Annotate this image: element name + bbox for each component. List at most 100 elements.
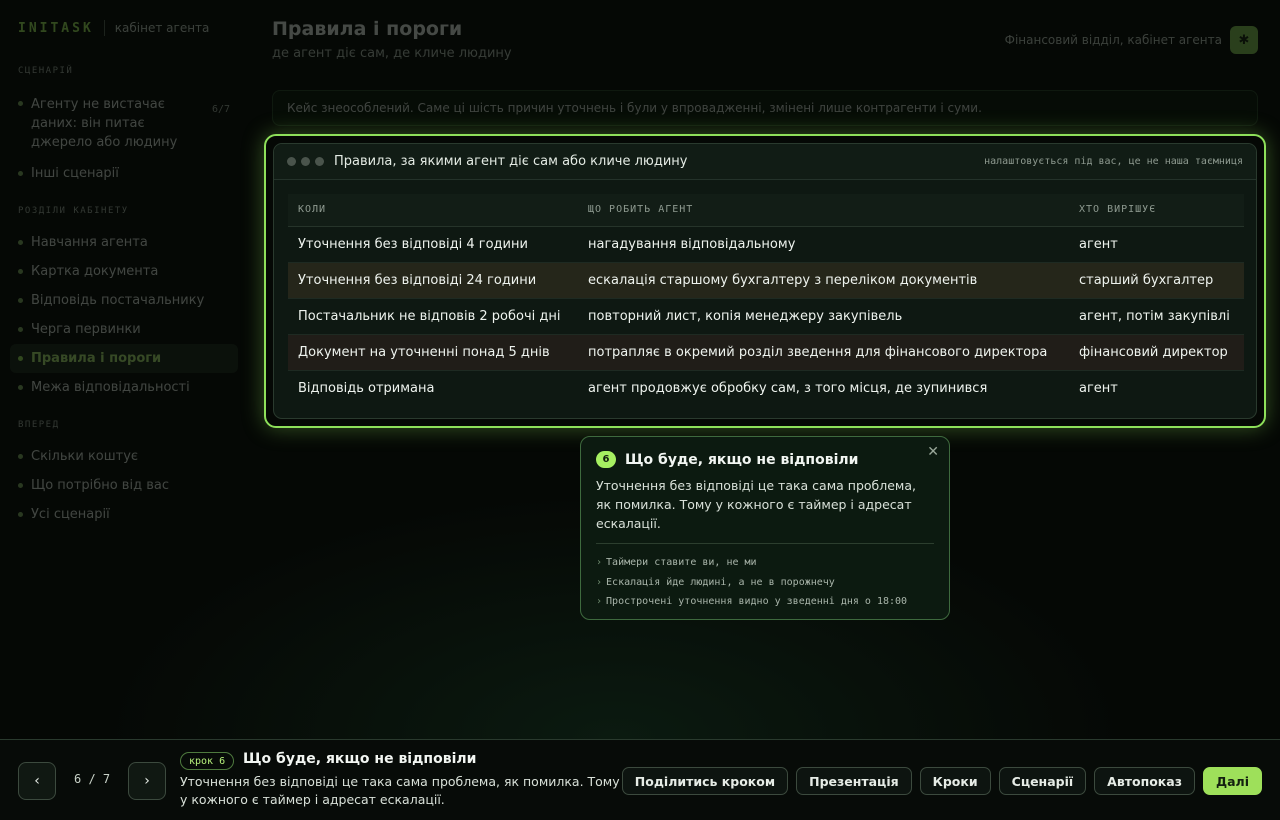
cell-who: агент: [1069, 226, 1244, 263]
list-item: › Прострочені уточнення видно у зведенні …: [596, 592, 934, 612]
cell-when: Уточнення без відповіді 4 години: [288, 226, 578, 263]
cell-who: старший бухгалтер: [1069, 262, 1244, 299]
column-header-when: КОЛИ: [288, 194, 578, 227]
sections-group: Розділи кабінету Навчання агента Картка …: [10, 206, 238, 402]
section-heading-sections: Розділи кабінету: [18, 206, 129, 216]
sidebar-item-label: Межа відповідальності: [31, 380, 190, 395]
rules-table: КОЛИ ЩО РОБИТЬ АГЕНТ ХТО ВИРІШУЄ Уточнен…: [288, 194, 1244, 406]
cell-action: потрапляє в окремий розділ зведення для …: [578, 334, 1069, 371]
table-row: Постачальник не відповів 2 робочі дні по…: [288, 298, 1244, 335]
sidebar-item-training[interactable]: Навчання агента: [18, 228, 238, 257]
chevron-right-icon: ›: [596, 576, 603, 588]
sidebar-item-responsibility[interactable]: Межа відповідальності: [18, 373, 238, 402]
chevron-left-icon: ‹: [34, 773, 40, 789]
sidebar-item-label: Навчання агента: [31, 235, 148, 250]
bullet-icon: [18, 171, 23, 176]
point-text: Ескалація йде людині, а не в порожнечу: [606, 576, 835, 588]
cell-when: Відповідь отримана: [298, 380, 435, 396]
sidebar-item-supplier-reply[interactable]: Відповідь постачальнику: [18, 286, 238, 315]
point-text: Таймери ставите ви, не ми: [606, 557, 757, 568]
sidebar-item-label: Правила і пороги: [31, 351, 162, 366]
column-header-action: ЩО РОБИТЬ АГЕНТ: [578, 194, 1069, 227]
section-heading-next: Вперед: [18, 420, 60, 430]
context-label: Фінансовий відділ, кабінет агента: [1004, 33, 1222, 47]
sidebar-item-current-scenario[interactable]: Агенту не вистачає даних: він питає джер…: [18, 88, 238, 159]
steps-button[interactable]: Кроки: [919, 767, 991, 795]
cell-who: агент: [1079, 380, 1118, 396]
cell-action: ескалація старшому бухгалтеру з переліко…: [578, 262, 1069, 299]
bottom-bar: ‹ 6 / 7 › крок 6 Що буде, якщо не відпов…: [0, 739, 1280, 820]
tooltip-title: Що буде, якщо не відповіли: [625, 451, 859, 468]
table-row: Уточнення без відповіді 4 години нагадув…: [288, 226, 1244, 263]
sidebar-item-label: Агенту не вистачає даних: він питає джер…: [31, 97, 178, 150]
sidebar-item-other-scenarios[interactable]: Інші сценарії: [18, 159, 238, 188]
bullet-icon: [18, 240, 23, 245]
cell-action: повторний лист, копія менеджеру закупіве…: [578, 298, 1069, 335]
next-step-button[interactable]: ›: [128, 762, 166, 800]
rules-card-title: Правила, за якими агент діє сам або клич…: [334, 154, 688, 169]
cell-action: агент продовжує обробку сам, з того місц…: [588, 380, 988, 396]
step-tooltip: ✕ 6 Що буде, якщо не відповіли Уточнення…: [580, 436, 950, 620]
table-row: Відповідь отримана агент продовжує оброб…: [288, 370, 1244, 406]
bullet-icon: [18, 385, 23, 390]
sidebar: INITASK кабінет агента Сценарій Агенту н…: [0, 0, 248, 738]
bullet-icon: [18, 454, 23, 459]
bullet-icon: [18, 483, 23, 488]
chevron-right-icon: ›: [596, 596, 603, 607]
next-button[interactable]: Далі: [1202, 767, 1262, 795]
brand-subtitle: кабінет агента: [114, 21, 210, 35]
cell-who: агент, потім закупівлі: [1069, 298, 1244, 335]
column-header-who: ХТО ВИРІШУЄ: [1069, 194, 1244, 227]
tooltip-header: 6 Що буде, якщо не відповіли: [596, 451, 934, 468]
sidebar-item-label: Відповідь постачальнику: [31, 293, 205, 308]
header-context: Фінансовий відділ, кабінет агента ✱: [1005, 26, 1258, 54]
bullet-icon: [18, 356, 23, 361]
brand: INITASK кабінет агента: [18, 20, 238, 36]
sidebar-item-label: Картка документа: [31, 264, 159, 279]
sidebar-item-label: Усі сценарії: [31, 507, 110, 522]
prev-step-button[interactable]: ‹: [18, 762, 56, 800]
step-title: Що буде, якщо не відповіли: [243, 751, 477, 767]
asterisk-icon[interactable]: ✱: [1230, 26, 1258, 54]
scenario-group: Сценарій Агенту не вистачає даних: він п…: [18, 66, 238, 188]
bullet-icon: [18, 101, 23, 106]
table-row: Уточнення без відповіді 24 години ескала…: [288, 262, 1244, 299]
sidebar-item-primary-queue[interactable]: Черга первинки: [18, 315, 238, 344]
bullet-icon: [18, 298, 23, 303]
step-counter: 6 / 7: [74, 772, 111, 786]
cell-who: фінансовий директор: [1069, 334, 1244, 371]
brand-divider: [103, 20, 105, 36]
share-step-button[interactable]: Поділитись кроком: [621, 767, 789, 795]
sidebar-item-requirements[interactable]: Що потрібно від вас: [18, 471, 238, 500]
brand-logo: INITASK: [18, 20, 94, 36]
presentation-button[interactable]: Презентація: [796, 767, 912, 795]
rules-card-note: налаштовується під вас, це не наша таємн…: [984, 156, 1243, 167]
sidebar-item-label: Що потрібно від вас: [31, 478, 169, 493]
sidebar-item-pricing[interactable]: Скільки коштує: [18, 442, 238, 471]
table-header-row: КОЛИ ЩО РОБИТЬ АГЕНТ ХТО ВИРІШУЄ: [288, 194, 1244, 227]
cell-when: Документ на уточненні понад 5 днів: [288, 334, 578, 371]
sidebar-item-rules-thresholds[interactable]: Правила і пороги: [10, 344, 238, 373]
point-text: Прострочені уточнення видно у зведенні д…: [606, 596, 908, 607]
window-dots-icon: [287, 157, 324, 166]
bullet-icon: [18, 269, 23, 274]
cell-when: Постачальник не відповів 2 робочі дні: [288, 298, 578, 335]
close-icon[interactable]: ✕: [927, 444, 939, 460]
highlight-frame: Правила, за якими агент діє сам або клич…: [264, 134, 1266, 428]
scenarios-button[interactable]: Сценарії: [998, 767, 1087, 795]
sidebar-item-all-scenarios[interactable]: Усі сценарії: [18, 500, 238, 529]
tooltip-body: Уточнення без відповіді це така сама про…: [596, 476, 934, 544]
step-number-badge: 6: [596, 451, 616, 468]
sidebar-item-label: Скільки коштує: [31, 449, 139, 464]
list-item: › Таймери ставите ви, не ми: [596, 553, 934, 573]
step-pill: крок 6: [180, 752, 235, 770]
sidebar-item-label: Інші сценарії: [31, 166, 119, 181]
action-buttons: Поділитись кроком Презентація Кроки Сцен…: [621, 767, 1262, 795]
page-header: Правила і пороги де агент діє сам, де кл…: [272, 18, 1258, 61]
autoplay-button[interactable]: Автопоказ: [1094, 767, 1195, 795]
sidebar-item-document-card[interactable]: Картка документа: [18, 257, 238, 286]
chevron-right-icon: ›: [144, 773, 150, 789]
rules-card-header: Правила, за якими агент діє сам або клич…: [274, 144, 1256, 180]
tooltip-points: › Таймери ставите ви, не ми › Ескалація йд…: [596, 553, 934, 612]
sidebar-item-label: Черга первинки: [31, 322, 141, 337]
